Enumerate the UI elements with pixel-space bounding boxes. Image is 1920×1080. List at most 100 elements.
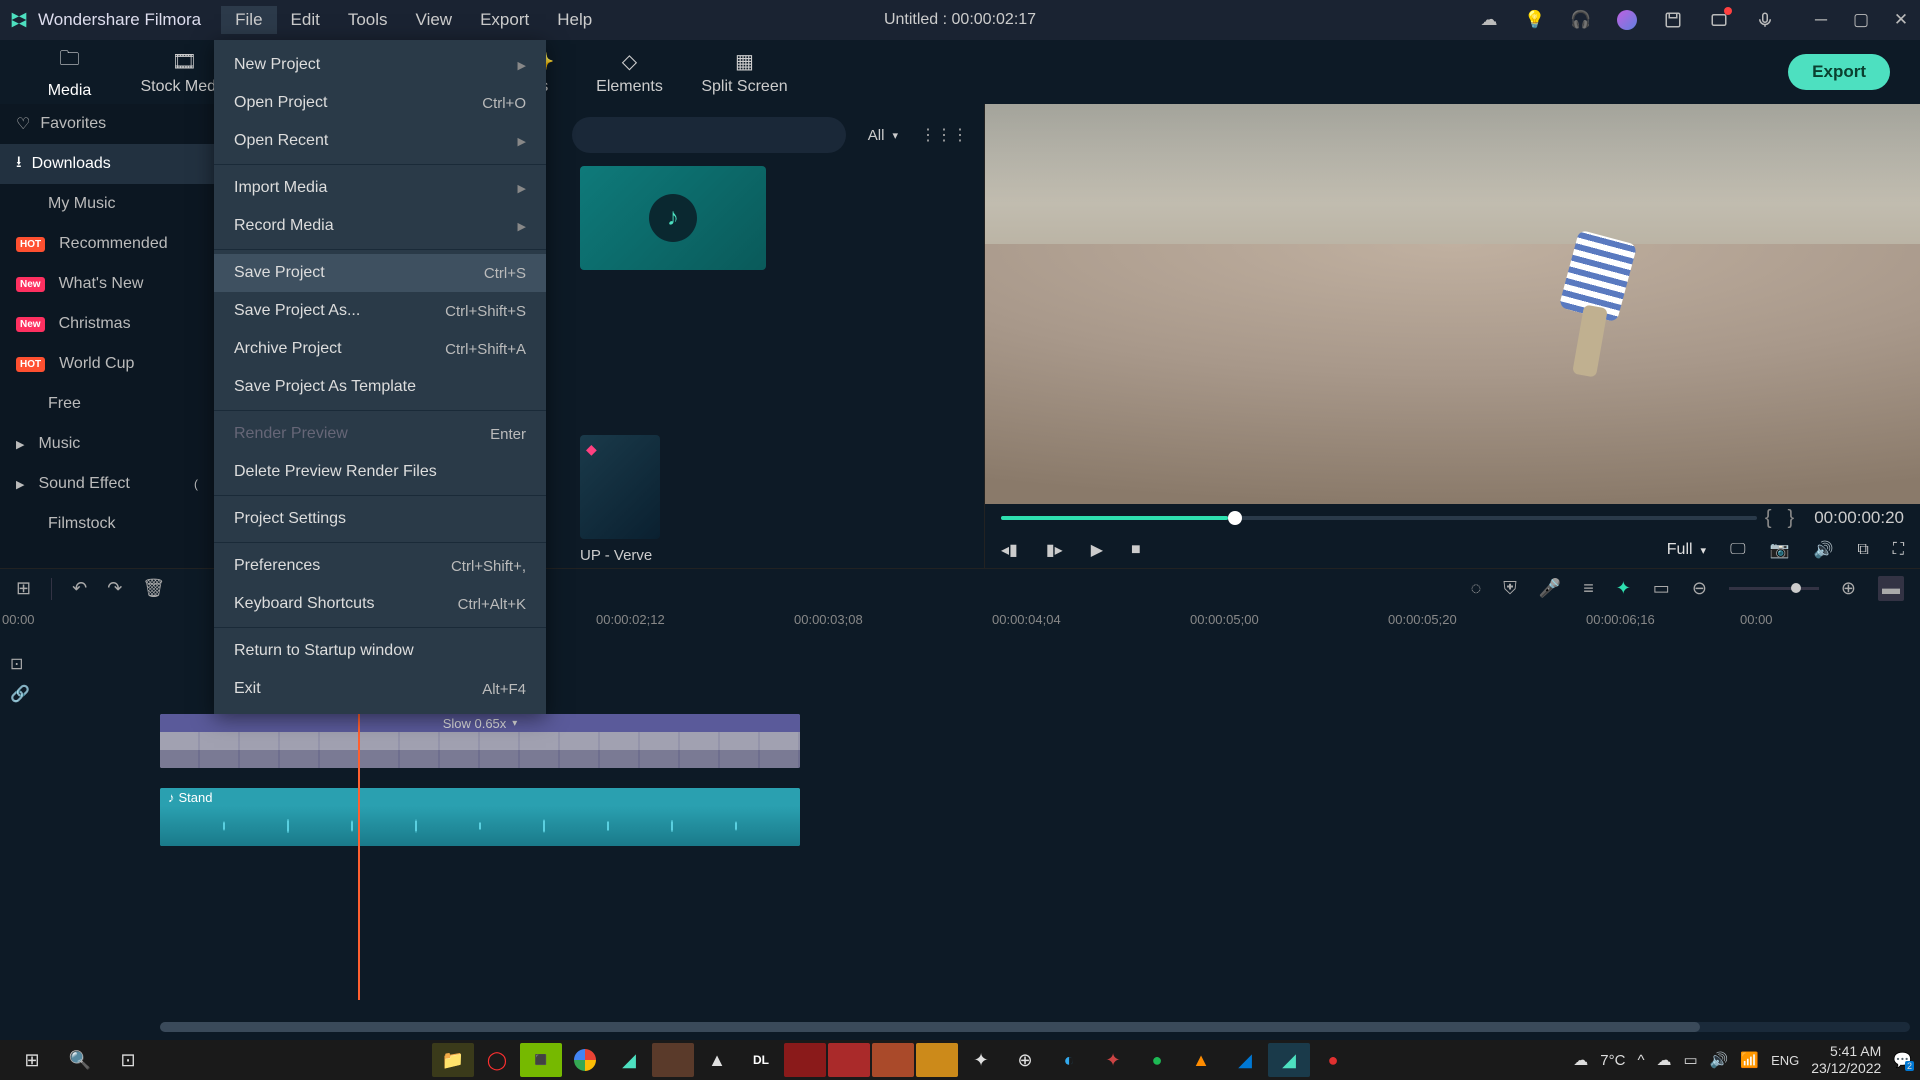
stop-button[interactable]: ■ xyxy=(1131,541,1141,559)
menu-record-media[interactable]: Record Media▶ xyxy=(214,207,546,245)
sidebar-downloads[interactable]: ⭳Downloads xyxy=(0,144,214,184)
menu-tools[interactable]: Tools xyxy=(334,6,402,34)
start-button[interactable]: ⊞ xyxy=(8,1040,56,1080)
zoom-out-icon[interactable]: ⊖ xyxy=(1692,578,1707,599)
taskbar-app[interactable]: ◢ xyxy=(1224,1043,1266,1077)
taskbar-app[interactable]: ◢ xyxy=(1268,1043,1310,1077)
menu-edit[interactable]: Edit xyxy=(277,6,334,34)
mark-in-icon[interactable]: { xyxy=(1765,507,1772,530)
taskbar-app[interactable]: ⊕ xyxy=(1004,1043,1046,1077)
cloud-icon[interactable]: ☁ xyxy=(1478,9,1500,31)
menu-new-project[interactable]: New Project▶ xyxy=(214,46,546,84)
preview-video[interactable] xyxy=(985,104,1920,504)
menu-archive-project[interactable]: Archive ProjectCtrl+Shift+A xyxy=(214,330,546,368)
message-icon[interactable] xyxy=(1708,9,1730,31)
sidebar-sound-effect[interactable]: ▶Sound Effect( xyxy=(0,464,214,504)
voiceover-icon[interactable]: 🎤 xyxy=(1539,578,1561,599)
filter-dropdown[interactable]: All▾ xyxy=(858,127,908,144)
undo-button[interactable]: ↶ xyxy=(72,578,87,599)
menu-help[interactable]: Help xyxy=(543,6,606,34)
sidebar-favorites[interactable]: ♡Favorites xyxy=(0,104,214,144)
tab-media[interactable]: 🗀Media xyxy=(12,44,127,100)
quality-dropdown[interactable]: Full▾ xyxy=(1667,541,1706,559)
menu-save-as-template[interactable]: Save Project As Template xyxy=(214,368,546,406)
menu-open-recent[interactable]: Open Recent▶ xyxy=(214,122,546,160)
mark-out-icon[interactable]: } xyxy=(1788,507,1795,530)
taskbar-app[interactable]: ▲ xyxy=(1180,1043,1222,1077)
snapshot-icon[interactable]: 📷 xyxy=(1770,540,1790,560)
prev-frame-button[interactable]: ◂▮ xyxy=(1001,540,1018,560)
sidebar-world-cup[interactable]: HOTWorld Cup xyxy=(0,344,214,384)
crop-icon[interactable]: ▭ xyxy=(1653,578,1670,599)
avatar-icon[interactable] xyxy=(1616,9,1638,31)
headset-icon[interactable]: 🎧 xyxy=(1570,9,1592,31)
sidebar-whats-new[interactable]: NewWhat's New xyxy=(0,264,214,304)
color-icon[interactable]: ◌ xyxy=(1471,578,1482,599)
menu-keyboard-shortcuts[interactable]: Keyboard ShortcutsCtrl+Alt+K xyxy=(214,585,546,623)
wifi-icon[interactable]: 📶 xyxy=(1740,1051,1759,1069)
display-icon[interactable]: 🖵 xyxy=(1730,541,1745,559)
audio-track[interactable]: ♪ 1 🔓 🔊 ♪Stand xyxy=(160,788,1920,862)
zoom-in-icon[interactable]: ⊕ xyxy=(1841,578,1856,599)
taskbar-app[interactable] xyxy=(916,1043,958,1077)
task-view-button[interactable]: ⊡ xyxy=(104,1040,152,1080)
fullscreen-icon[interactable]: ⛶ xyxy=(1893,541,1904,559)
sidebar-christmas[interactable]: NewChristmas xyxy=(0,304,214,344)
next-frame-button[interactable]: ▮▸ xyxy=(1046,540,1063,560)
menu-export[interactable]: Export xyxy=(466,6,543,34)
sidebar-my-music[interactable]: My Music xyxy=(0,184,214,224)
sidebar-music[interactable]: ▶Music xyxy=(0,424,214,464)
media-clip[interactable]: ◆ UP - Verve xyxy=(580,435,660,564)
menu-exit[interactable]: ExitAlt+F4 xyxy=(214,670,546,708)
timeline-scrollbar[interactable] xyxy=(160,1022,1910,1032)
taskbar-app[interactable]: ◢ xyxy=(608,1043,650,1077)
zoom-slider[interactable] xyxy=(1729,587,1819,590)
language-icon[interactable]: ENG xyxy=(1771,1053,1799,1068)
taskbar-app[interactable]: ▲ xyxy=(696,1043,738,1077)
clock[interactable]: 5:41 AM 23/12/2022 xyxy=(1811,1043,1881,1077)
close-button[interactable]: ✕ xyxy=(1890,9,1912,31)
audio-clip[interactable]: ♪Stand xyxy=(160,788,800,846)
sidebar-filmstock[interactable]: Filmstock xyxy=(0,504,214,544)
maximize-button[interactable]: ▢ xyxy=(1850,9,1872,31)
taskbar-app[interactable]: ● xyxy=(1312,1043,1354,1077)
menu-preferences[interactable]: PreferencesCtrl+Shift+, xyxy=(214,547,546,585)
battery-icon[interactable]: ▭ xyxy=(1684,1051,1698,1069)
save-icon[interactable] xyxy=(1662,9,1684,31)
play-button[interactable]: ▶ xyxy=(1091,540,1103,560)
notifications-icon[interactable]: 💬2 xyxy=(1893,1051,1912,1069)
marker-icon[interactable]: ✦ xyxy=(1616,578,1631,599)
sidebar-free[interactable]: Free xyxy=(0,384,214,424)
detach-icon[interactable]: ⧉ xyxy=(1857,541,1868,559)
video-clip[interactable]: Slow 0.65x▾ xyxy=(160,714,800,768)
taskbar-app[interactable] xyxy=(564,1043,606,1077)
tray-expand-icon[interactable]: ^ xyxy=(1637,1052,1644,1069)
sidebar-recommended[interactable]: HOTRecommended xyxy=(0,224,214,264)
search-button[interactable]: 🔍 xyxy=(56,1040,104,1080)
media-clip[interactable]: ♪ xyxy=(580,166,766,278)
taskbar-app[interactable]: DL xyxy=(740,1043,782,1077)
search-input[interactable] xyxy=(572,117,846,153)
taskbar-app[interactable] xyxy=(872,1043,914,1077)
weather-icon[interactable]: ☁ xyxy=(1573,1051,1588,1069)
menu-project-settings[interactable]: Project Settings xyxy=(214,500,546,538)
taskbar-app[interactable]: ✦ xyxy=(1092,1043,1134,1077)
shield-icon[interactable]: ⛨ xyxy=(1503,578,1517,599)
taskbar-app[interactable]: ✦ xyxy=(960,1043,1002,1077)
taskbar-app[interactable]: ◐ xyxy=(1048,1043,1090,1077)
preview-scrubber[interactable] xyxy=(1001,516,1757,520)
video-track[interactable]: ▶ 1 🔓 🔊 👁 Slow 0.65x▾ xyxy=(160,714,1920,788)
bulb-icon[interactable]: 💡 xyxy=(1524,9,1546,31)
onedrive-icon[interactable]: ☁ xyxy=(1657,1051,1672,1069)
menu-save-project[interactable]: Save ProjectCtrl+S xyxy=(214,254,546,292)
delete-button[interactable]: 🗑 xyxy=(142,578,165,599)
tab-split-screen[interactable]: ▦Split Screen xyxy=(687,49,802,96)
tab-elements[interactable]: ◇Elements xyxy=(572,49,687,96)
taskbar-app[interactable] xyxy=(828,1043,870,1077)
audio-mixer-icon[interactable]: ≡ xyxy=(1583,578,1594,599)
zoom-fit-icon[interactable]: ▬ xyxy=(1878,576,1904,601)
taskbar-app[interactable]: 📁 xyxy=(432,1043,474,1077)
taskbar-app[interactable] xyxy=(652,1043,694,1077)
minimize-button[interactable]: ─ xyxy=(1810,9,1832,31)
volume-icon[interactable]: 🔊 xyxy=(1813,540,1833,560)
